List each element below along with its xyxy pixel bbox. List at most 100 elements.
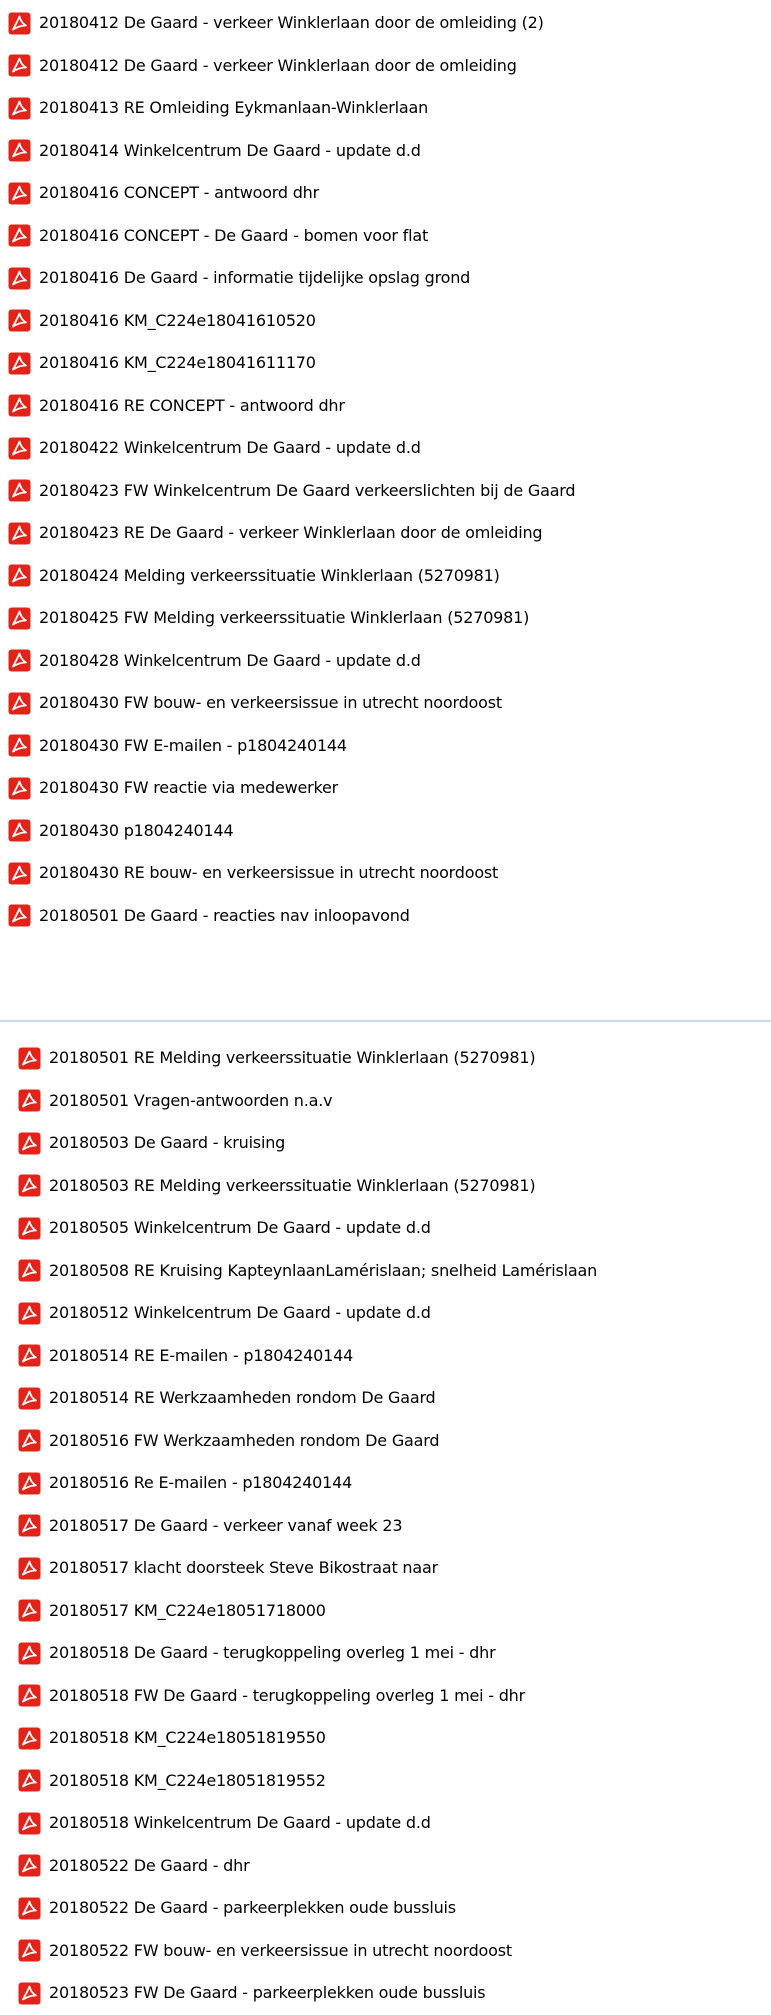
pdf-file-icon: [18, 1047, 41, 1070]
pdf-file-icon: [18, 1302, 41, 1325]
file-list-item[interactable]: 20180501 RE Melding verkeerssituatie Win…: [0, 1037, 771, 1080]
pdf-file-icon: [8, 394, 31, 417]
pdf-file-icon: [8, 139, 31, 162]
file-name: 20180416 CONCEPT - antwoord dhr: [39, 183, 320, 203]
file-list-item[interactable]: 20180416 De Gaard - informatie tijdelijk…: [0, 257, 771, 300]
file-list-item[interactable]: 20180516 FW Werkzaamheden rondom De Gaar…: [0, 1420, 771, 1463]
file-name: 20180416 KM_C224e18041610520: [39, 310, 316, 330]
pdf-file-icon: [18, 1854, 41, 1877]
file-list-item[interactable]: 20180501 Vragen-antwoorden n.a.v: [0, 1080, 771, 1123]
file-list-item[interactable]: 20180430 p1804240144: [0, 810, 771, 853]
pdf-file-icon: [18, 1769, 41, 1792]
file-list-item[interactable]: 20180517 KM_C224e18051718000: [0, 1590, 771, 1633]
file-list-item[interactable]: 20180517 klacht doorsteek Steve Bikostra…: [0, 1547, 771, 1590]
file-list-item[interactable]: 20180412 De Gaard - verkeer Winklerlaan …: [0, 45, 771, 88]
file-name: 20180430 RE bouw- en verkeersissue in ut…: [39, 863, 499, 883]
file-list-item[interactable]: 20180523 FW De Gaard - parkeerplekken ou…: [0, 1972, 771, 2015]
pdf-file-icon: [8, 54, 31, 77]
file-list-item[interactable]: 20180516 Re E-mailen - p1804240144: [0, 1462, 771, 1505]
file-list-item[interactable]: 20180416 RE CONCEPT - antwoord dhr: [0, 385, 771, 428]
file-list-item[interactable]: 20180503 De Gaard - kruising: [0, 1122, 771, 1165]
pdf-file-icon: [8, 479, 31, 502]
file-list-item[interactable]: 20180512 Winkelcentrum De Gaard - update…: [0, 1292, 771, 1335]
file-list-item[interactable]: 20180428 Winkelcentrum De Gaard - update…: [0, 640, 771, 683]
pdf-file-icon: [8, 607, 31, 630]
file-list-item[interactable]: 20180424 Melding verkeerssituatie Winkle…: [0, 555, 771, 598]
file-list-item[interactable]: 20180430 FW bouw- en verkeersissue in ut…: [0, 682, 771, 725]
file-list-item[interactable]: 20180514 RE E-mailen - p1804240144: [0, 1335, 771, 1378]
file-name: 20180518 KM_C224e18051819552: [49, 1770, 326, 1790]
pdf-file-icon: [18, 1132, 41, 1155]
file-name: 20180522 De Gaard - parkeerplekken oude …: [49, 1898, 456, 1918]
file-list-item[interactable]: 20180503 RE Melding verkeerssituatie Win…: [0, 1165, 771, 1208]
pdf-file-icon: [8, 692, 31, 715]
file-list-item[interactable]: 20180430 RE bouw- en verkeersissue in ut…: [0, 852, 771, 895]
file-name: 20180503 De Gaard - kruising: [49, 1133, 286, 1153]
pdf-file-icon: [18, 1897, 41, 1920]
file-list-item[interactable]: 20180522 De Gaard - dhr: [0, 1845, 771, 1888]
file-list-item[interactable]: 20180508 RE Kruising KapteynlaanLamérisl…: [0, 1250, 771, 1293]
file-name: 20180414 Winkelcentrum De Gaard - update…: [39, 140, 421, 160]
pdf-file-icon: [18, 1259, 41, 1282]
pdf-file-icon: [8, 182, 31, 205]
file-name: 20180503 RE Melding verkeerssituatie Win…: [49, 1175, 536, 1195]
file-list-item[interactable]: 20180414 Winkelcentrum De Gaard - update…: [0, 130, 771, 173]
file-name: 20180412 De Gaard - verkeer Winklerlaan …: [39, 13, 544, 33]
pdf-file-icon: [8, 12, 31, 35]
file-name: 20180501 De Gaard - reacties nav inloopa…: [39, 905, 410, 925]
file-name: 20180518 FW De Gaard - terugkoppeling ov…: [49, 1685, 525, 1705]
file-name: 20180423 RE De Gaard - verkeer Winklerla…: [39, 523, 543, 543]
file-list-item[interactable]: 20180517 De Gaard - verkeer vanaf week 2…: [0, 1505, 771, 1548]
file-list-item[interactable]: 20180430 FW reactie via medewerker: [0, 767, 771, 810]
pdf-file-icon: [18, 1684, 41, 1707]
file-list-item[interactable]: 20180416 CONCEPT - De Gaard - bomen voor…: [0, 215, 771, 258]
file-list-item[interactable]: 20180412 De Gaard - verkeer Winklerlaan …: [0, 2, 771, 45]
pdf-file-icon: [18, 1514, 41, 1537]
file-list-item[interactable]: 20180518 KM_C224e18051819552: [0, 1760, 771, 1803]
file-list-item[interactable]: 20180501 De Gaard - reacties nav inloopa…: [0, 895, 771, 938]
file-list-item[interactable]: 20180522 FW bouw- en verkeersissue in ut…: [0, 1930, 771, 1973]
file-name: 20180501 Vragen-antwoorden n.a.v: [49, 1090, 333, 1110]
file-list-item[interactable]: 20180425 FW Melding verkeerssituatie Win…: [0, 597, 771, 640]
file-list-item[interactable]: 20180423 RE De Gaard - verkeer Winklerla…: [0, 512, 771, 555]
file-list-item[interactable]: 20180423 FW Winkelcentrum De Gaard verke…: [0, 470, 771, 513]
file-list-group-1: 20180412 De Gaard - verkeer Winklerlaan …: [0, 2, 771, 937]
pdf-file-icon: [18, 1174, 41, 1197]
file-list-item[interactable]: 20180518 KM_C224e18051819550: [0, 1717, 771, 1760]
file-list-item[interactable]: 20180505 Winkelcentrum De Gaard - update…: [0, 1207, 771, 1250]
file-list-item[interactable]: 20180416 KM_C224e18041610520: [0, 300, 771, 343]
file-name: 20180517 klacht doorsteek Steve Bikostra…: [49, 1558, 438, 1578]
pdf-file-icon: [8, 564, 31, 587]
pdf-file-icon: [8, 734, 31, 757]
file-list-item[interactable]: 20180430 FW E-mailen - p1804240144: [0, 725, 771, 768]
pdf-file-icon: [18, 1344, 41, 1367]
pdf-file-icon: [8, 522, 31, 545]
file-name: 20180518 De Gaard - terugkoppeling overl…: [49, 1643, 496, 1663]
file-name: 20180505 Winkelcentrum De Gaard - update…: [49, 1218, 431, 1238]
file-name: 20180516 Re E-mailen - p1804240144: [49, 1473, 353, 1493]
file-name: 20180423 FW Winkelcentrum De Gaard verke…: [39, 480, 576, 500]
pdf-file-icon: [18, 1387, 41, 1410]
pdf-file-icon: [18, 1727, 41, 1750]
file-list-item[interactable]: 20180416 KM_C224e18041611170: [0, 342, 771, 385]
file-list-item[interactable]: 20180422 Winkelcentrum De Gaard - update…: [0, 427, 771, 470]
file-list-item[interactable]: 20180518 De Gaard - terugkoppeling overl…: [0, 1632, 771, 1675]
file-name: 20180516 FW Werkzaamheden rondom De Gaar…: [49, 1430, 440, 1450]
group-divider: [0, 1020, 771, 1022]
file-name: 20180522 FW bouw- en verkeersissue in ut…: [49, 1940, 512, 1960]
file-list-item[interactable]: 20180518 Winkelcentrum De Gaard - update…: [0, 1802, 771, 1845]
file-name: 20180416 KM_C224e18041611170: [39, 353, 316, 373]
file-list-item[interactable]: 20180413 RE Omleiding Eykmanlaan-Winkler…: [0, 87, 771, 130]
file-name: 20180416 RE CONCEPT - antwoord dhr: [39, 395, 345, 415]
file-list-item[interactable]: 20180518 FW De Gaard - terugkoppeling ov…: [0, 1675, 771, 1718]
file-list-item[interactable]: 20180416 CONCEPT - antwoord dhr: [0, 172, 771, 215]
file-name: 20180424 Melding verkeerssituatie Winkle…: [39, 565, 500, 585]
file-name: 20180522 De Gaard - dhr: [49, 1855, 250, 1875]
file-name: 20180430 p1804240144: [39, 820, 234, 840]
pdf-file-icon: [18, 1982, 41, 2005]
file-list-item[interactable]: 20180522 De Gaard - parkeerplekken oude …: [0, 1887, 771, 1930]
file-name: 20180412 De Gaard - verkeer Winklerlaan …: [39, 55, 517, 75]
file-list-item[interactable]: 20180514 RE Werkzaamheden rondom De Gaar…: [0, 1377, 771, 1420]
pdf-file-icon: [18, 1642, 41, 1665]
pdf-file-icon: [8, 352, 31, 375]
